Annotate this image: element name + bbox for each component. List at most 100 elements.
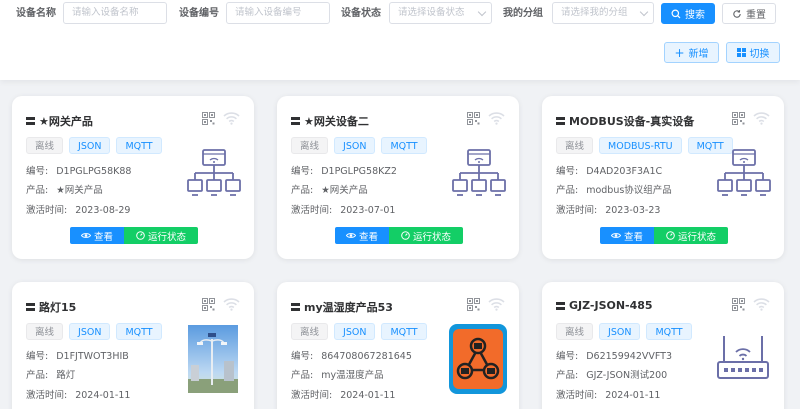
qrcode-icon[interactable] [732, 112, 745, 125]
device-card-title: ★网关设备二 [291, 113, 369, 129]
device-card-title: my温湿度产品53 [291, 299, 393, 315]
device-card-title: GJZ-JSON-485 [556, 299, 653, 312]
router-icon [717, 336, 769, 379]
product-row: 产品: my温湿度产品 [291, 367, 384, 381]
wifi-offline-icon [488, 112, 505, 125]
product-row: 产品: GJZ-JSON测试200 [556, 367, 667, 381]
protocol-tag: JSON [334, 137, 376, 154]
product-row: 产品: ★网关产品 [291, 182, 368, 196]
qrcode-icon[interactable] [732, 298, 745, 311]
activated-value: 2023-03-23 [605, 205, 661, 216]
serial-row: 编号: D1PGLPG58KZ2 [291, 163, 397, 177]
search-button[interactable]: 搜索 [661, 3, 715, 24]
activated-value: 2024-01-11 [75, 390, 131, 401]
device-icon [26, 117, 35, 125]
serial-row: 编号: D4AD203F3A1C [556, 163, 662, 177]
device-name-input[interactable]: 请输入设备名称 [63, 2, 167, 24]
device-status-label: 设备状态 [341, 8, 381, 19]
status-tag: 离线 [556, 323, 594, 340]
qrcode-icon[interactable] [202, 112, 215, 125]
run-status-button[interactable]: 运行状态 [654, 227, 728, 244]
wifi-offline-icon [753, 112, 770, 125]
activated-value: 2023-08-29 [75, 205, 131, 216]
add-button[interactable]: + 新增 [664, 42, 719, 63]
switch-view-button[interactable]: 切换 [726, 42, 780, 63]
wifi-offline-icon [223, 298, 240, 311]
device-card[interactable]: GJZ-JSON-485 离线 JSON MQTT 编号: D62159942VV… [542, 282, 784, 409]
serial-value: D4AD203F3A1C [586, 166, 663, 177]
device-serial-input[interactable]: 请输入设备编号 [226, 2, 330, 24]
device-card-title: MODBUS设备-真实设备 [556, 113, 694, 129]
activated-row: 激活时间: 2024-01-11 [26, 387, 130, 401]
reset-button-label: 重置 [746, 10, 766, 21]
product-row: 产品: ★网关产品 [26, 182, 103, 196]
refresh-icon [733, 9, 741, 18]
odometer-icon [666, 231, 675, 240]
serial-value: D1PGLPG58KZ2 [321, 166, 397, 177]
device-card[interactable]: 路灯15 离线 JSON MQTT 编号: D1FJTWOT3HIB 产品: 路灯 … [12, 282, 254, 409]
grid-icon [736, 48, 746, 57]
qrcode-icon[interactable] [202, 298, 215, 311]
activated-value: 2024-01-11 [340, 390, 396, 401]
view-button[interactable]: 查看 [335, 227, 389, 244]
status-tag: 离线 [26, 137, 64, 154]
activated-row: 激活时间: 2023-03-23 [556, 202, 660, 216]
odometer-icon [136, 231, 145, 240]
view-button[interactable]: 查看 [70, 227, 124, 244]
device-card[interactable]: my温湿度产品53 离线 JSON MQTT 编号: 86470806728164… [277, 282, 519, 409]
serial-value: D1FJTWOT3HIB [56, 351, 129, 362]
my-group-select[interactable]: 请选择我的分组 [552, 2, 654, 24]
product-label: 产品: [291, 185, 314, 196]
activated-value: 2023-07-01 [340, 205, 396, 216]
serial-row: 编号: D62159942VVFT3 [556, 348, 672, 362]
transport-tag: MQTT [116, 323, 162, 340]
run-status-button[interactable]: 运行状态 [389, 227, 463, 244]
device-icon [291, 303, 300, 311]
device-card[interactable]: ★网关产品 离线 JSON MQTT 编号: D1PGLPG58K88 产品: ★网… [12, 96, 254, 259]
product-label: 产品: [556, 185, 579, 196]
product-value: 路灯 [56, 370, 76, 381]
product-row: 产品: modbus协议组产品 [556, 182, 672, 196]
serial-label: 编号: [556, 351, 579, 362]
qrcode-icon[interactable] [467, 298, 480, 311]
product-value: ★网关产品 [56, 185, 103, 196]
device-card[interactable]: MODBUS设备-真实设备 离线 MODBUS-RTU MQTT 编号: D4AD… [542, 96, 784, 259]
eye-icon [80, 233, 91, 238]
device-icon [556, 301, 565, 310]
view-button-label: 查看 [358, 231, 378, 243]
transport-tag: MQTT [116, 137, 162, 154]
street-lamp-image [188, 325, 238, 393]
product-value: modbus协议组产品 [586, 185, 672, 196]
network-app-icon [449, 324, 507, 394]
serial-label: 编号: [291, 166, 314, 177]
switch-view-label: 切换 [749, 49, 770, 60]
device-title-text: my温湿度产品53 [304, 301, 393, 314]
activated-label: 激活时间: [26, 390, 68, 401]
product-label: 产品: [291, 370, 314, 381]
device-title-text: MODBUS设备-真实设备 [569, 115, 695, 128]
device-title-text: GJZ-JSON-485 [569, 299, 653, 312]
activated-label: 激活时间: [26, 205, 68, 216]
search-button-label: 搜索 [685, 10, 705, 21]
transport-tag: MQTT [646, 323, 692, 340]
serial-value: 864708067281645 [321, 351, 412, 362]
view-button[interactable]: 查看 [600, 227, 654, 244]
view-button-label: 查看 [623, 231, 643, 243]
reset-button[interactable]: 重置 [722, 3, 776, 24]
device-title-text: ★网关产品 [39, 115, 93, 128]
run-status-button[interactable]: 运行状态 [124, 227, 198, 244]
serial-label: 编号: [26, 351, 49, 362]
activated-label: 激活时间: [291, 390, 333, 401]
activated-label: 激活时间: [291, 205, 333, 216]
wifi-offline-icon [753, 298, 770, 311]
device-card[interactable]: ★网关设备二 离线 JSON MQTT 编号: D1PGLPG58KZ2 产品: ★… [277, 96, 519, 259]
serial-label: 编号: [26, 166, 49, 177]
serial-value: D1PGLPG58K88 [56, 166, 132, 177]
protocol-tag: MODBUS-RTU [599, 137, 682, 154]
device-status-select[interactable]: 请选择设备状态 [389, 2, 492, 24]
chevron-down-icon [639, 7, 649, 17]
qrcode-icon[interactable] [467, 112, 480, 125]
search-icon [671, 9, 681, 18]
eye-icon [345, 233, 356, 238]
chevron-down-icon [477, 7, 487, 17]
